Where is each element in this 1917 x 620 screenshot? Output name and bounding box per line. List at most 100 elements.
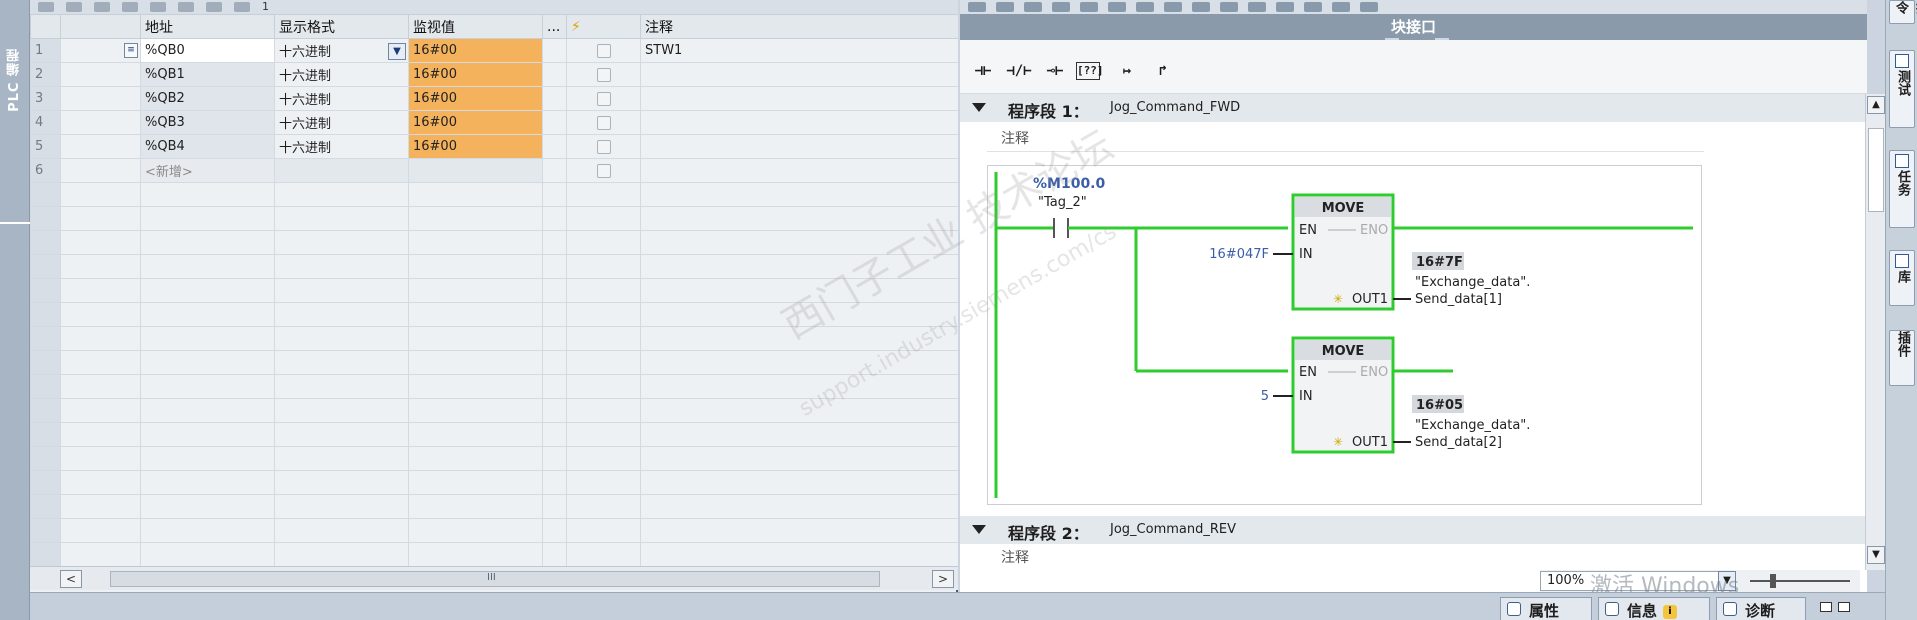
close-branch-button[interactable]: ↱ <box>1148 58 1178 84</box>
comment-cell[interactable] <box>640 134 958 159</box>
name-cell[interactable] <box>60 62 141 87</box>
toolbar-monitor-on-icon[interactable] <box>1360 2 1378 12</box>
maximize-icon[interactable] <box>1838 602 1850 612</box>
address-cell[interactable]: %QB0 <box>140 38 275 63</box>
name-cell[interactable] <box>60 134 141 159</box>
address-cell[interactable]: %QB4 <box>140 134 275 159</box>
tab-info[interactable]: 信息 i <box>1598 597 1710 620</box>
col-comment[interactable]: 注释 <box>640 14 958 39</box>
name-cell[interactable]: ≡ <box>60 38 141 63</box>
toolbar-comment-icon[interactable] <box>1164 2 1182 12</box>
network-title[interactable]: Jog_Command_REV <box>1110 522 1236 537</box>
scroll-thumb[interactable]: III <box>110 571 880 587</box>
network-title[interactable]: Jog_Command_FWD <box>1110 100 1240 115</box>
tab-diagnostics[interactable]: 诊断 <box>1716 597 1806 620</box>
task-tab-addins[interactable]: 插件 <box>1889 330 1915 386</box>
toolbar-open-all-icon[interactable] <box>1080 2 1098 12</box>
format-dropdown-icon[interactable]: ▼ <box>388 43 406 60</box>
plc-programming-strip[interactable]: PLC 编程 <box>0 0 30 620</box>
comment-cell[interactable] <box>640 158 958 183</box>
force-cell[interactable] <box>566 110 641 135</box>
force-cell[interactable] <box>566 38 641 63</box>
tab-properties[interactable]: 属性 <box>1500 597 1592 620</box>
scroll-left-button[interactable]: < <box>60 570 82 588</box>
collapse-triangle-icon[interactable] <box>972 103 986 112</box>
format-cell[interactable]: 十六进制 <box>274 62 409 87</box>
name-cell[interactable] <box>60 86 141 111</box>
zoom-dropdown-icon[interactable]: ▼ <box>1718 571 1736 591</box>
address-cell[interactable]: %QB1 <box>140 62 275 87</box>
toolbar-rename-icon[interactable] <box>94 2 110 12</box>
address-cell[interactable]: %QB2 <box>140 86 275 111</box>
comment-cell[interactable] <box>640 110 958 135</box>
comment-cell[interactable]: STW1 <box>640 38 958 63</box>
format-cell[interactable]: 十六进制 <box>274 86 409 111</box>
scroll-up-button[interactable]: ▲ <box>1867 96 1885 114</box>
toolbar-force-icon[interactable] <box>178 2 194 12</box>
editor-vertical-scrollbar[interactable]: ▲ ▼ <box>1865 94 1885 570</box>
zoom-slider-knob[interactable] <box>1770 574 1776 588</box>
format-cell[interactable]: 十六进制 <box>274 110 409 135</box>
task-tab-testing[interactable]: 测试 <box>1889 50 1915 128</box>
col-monitor-value[interactable]: 监视值 <box>408 14 543 39</box>
table-row[interactable]: 4 %QB3 十六进制 16#00 <box>30 110 958 135</box>
toolbar-insert-icon[interactable] <box>1024 2 1042 12</box>
toolbar-display-icon[interactable] <box>122 2 138 12</box>
force-checkbox[interactable] <box>596 139 611 154</box>
col-name[interactable] <box>60 14 141 39</box>
add-new-cell[interactable]: <新增> <box>140 158 275 183</box>
force-checkbox[interactable] <box>596 43 611 58</box>
col-force[interactable]: ⚡ <box>566 14 641 39</box>
nc-contact-button[interactable]: ⊣/⊢ <box>1004 58 1034 84</box>
col-display-format[interactable]: 显示格式 <box>274 14 409 39</box>
zoom-input[interactable]: 100% <box>1540 571 1720 591</box>
col-address[interactable]: 地址 <box>140 14 275 39</box>
restore-icon[interactable] <box>1820 602 1832 612</box>
address-cell[interactable]: %QB3 <box>140 110 275 135</box>
toolbar-network-icon[interactable] <box>996 2 1014 12</box>
table-row[interactable]: 1 ≡ %QB0 十六进制 ▼ 16#00 STW1 <box>30 38 958 63</box>
collapse-triangle-icon[interactable] <box>972 525 986 534</box>
force-checkbox[interactable] <box>596 67 611 82</box>
table-row[interactable]: 5 %QB4 十六进制 16#00 <box>30 134 958 159</box>
name-cell[interactable] <box>60 110 141 135</box>
scroll-thumb[interactable] <box>1868 128 1884 212</box>
toolbar-network-icon[interactable] <box>968 2 986 12</box>
network-1-comment[interactable]: 注释 <box>987 126 1704 152</box>
open-branch-button[interactable]: ↦ <box>1112 58 1142 84</box>
toolbar-monitor-icon[interactable] <box>1276 2 1294 12</box>
force-checkbox[interactable] <box>596 91 611 106</box>
force-cell[interactable] <box>566 158 641 183</box>
name-cell[interactable] <box>60 158 141 183</box>
task-tab-tasks[interactable]: 任务 <box>1889 150 1915 228</box>
col-more[interactable]: ... <box>542 14 567 39</box>
toolbar-symbol-icon[interactable] <box>1220 2 1238 12</box>
toolbar-close-all-icon[interactable] <box>1108 2 1126 12</box>
network-2-comment[interactable]: 注释 <box>987 545 1704 571</box>
toolbar-modify-icon[interactable] <box>150 2 166 12</box>
toolbar-insert-row-icon[interactable] <box>38 2 54 12</box>
network-2-header[interactable]: 程序段 2： Jog_Command_REV <box>960 516 1867 544</box>
force-checkbox[interactable] <box>596 115 611 130</box>
toolbar-absolute-icon[interactable] <box>1192 2 1210 12</box>
task-tab-instructions[interactable]: 指令 <box>1889 0 1917 24</box>
scroll-down-button[interactable]: ▼ <box>1867 546 1885 564</box>
force-cell[interactable] <box>566 134 641 159</box>
force-checkbox[interactable] <box>596 163 611 178</box>
toolbar-favorites-icon[interactable] <box>1136 2 1154 12</box>
empty-box-button[interactable]: [??] <box>1076 62 1104 80</box>
toolbar-monitor-all-icon[interactable] <box>206 2 222 12</box>
toolbar-next-icon[interactable] <box>1332 2 1350 12</box>
comment-cell[interactable] <box>640 86 958 111</box>
format-cell[interactable]: 十六进制 ▼ <box>274 38 409 63</box>
toolbar-add-row-icon[interactable] <box>66 2 82 12</box>
network-1-header[interactable]: 程序段 1： Jog_Command_FWD <box>960 94 1867 122</box>
format-cell[interactable]: 十六进制 <box>274 134 409 159</box>
new-row[interactable]: 6 <新增> <box>30 158 958 183</box>
force-cell[interactable] <box>566 62 641 87</box>
table-row[interactable]: 2 %QB1 十六进制 16#00 <box>30 62 958 87</box>
comment-cell[interactable] <box>640 62 958 87</box>
zoom-slider-track[interactable] <box>1750 580 1850 582</box>
format-cell[interactable] <box>274 158 409 183</box>
toolbar-monitor-once-icon[interactable] <box>234 2 250 12</box>
